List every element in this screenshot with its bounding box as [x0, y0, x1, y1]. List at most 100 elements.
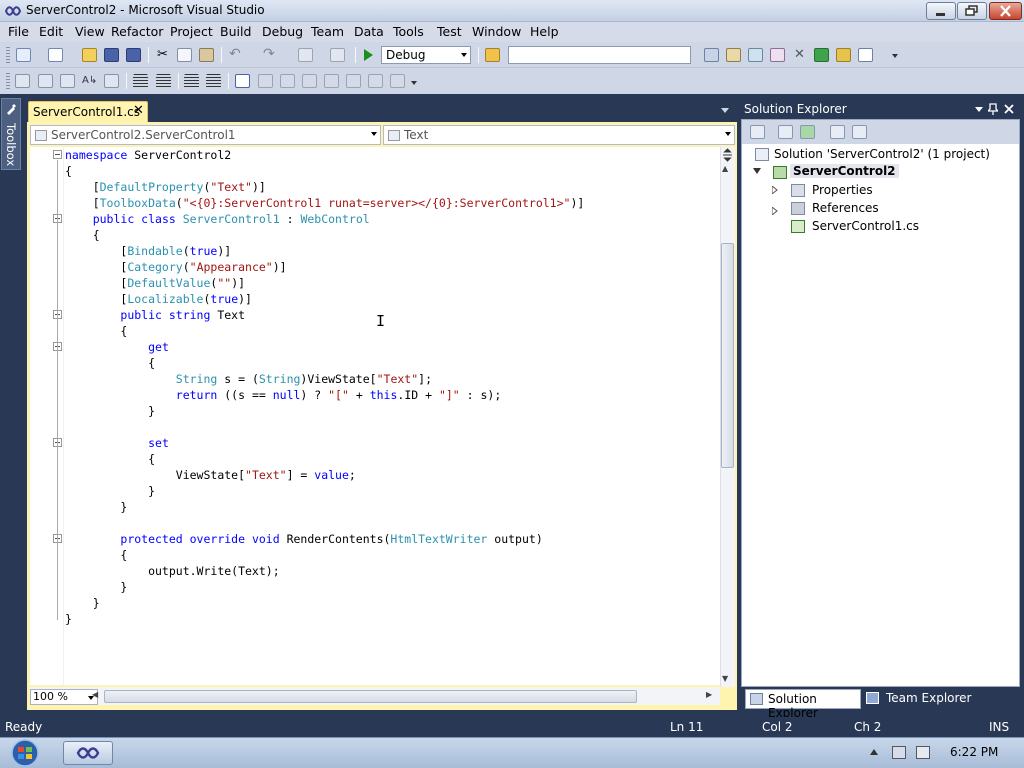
code-line[interactable]: [DefaultProperty("Text")] [65, 179, 584, 195]
code-line[interactable]: public string Text [65, 307, 584, 323]
show-all-files-icon[interactable] [778, 125, 793, 139]
view-code-icon[interactable] [830, 125, 845, 139]
member-navigation-select[interactable]: Text [383, 125, 735, 145]
class-view-icon[interactable] [836, 48, 851, 62]
next-bookmark-in-document-icon[interactable] [368, 74, 383, 88]
code-line[interactable]: [Category("Appearance")] [65, 259, 584, 275]
open-file-icon[interactable] [82, 48, 97, 62]
save-icon[interactable] [104, 48, 119, 62]
window-position-icon[interactable] [975, 107, 983, 112]
solution-configuration-select[interactable]: Debug [381, 46, 471, 64]
document-tab-serverctrl1[interactable]: ServerControl1.cs ✕ [28, 101, 148, 122]
menu-window[interactable]: Window [472, 24, 521, 39]
next-bookmark-icon[interactable] [280, 74, 295, 88]
code-line[interactable]: } [65, 403, 584, 419]
paste-icon[interactable] [199, 48, 214, 62]
extension-manager-icon[interactable]: ✕ [792, 48, 807, 62]
network-icon[interactable] [892, 746, 906, 759]
previous-bookmark-in-folder-icon[interactable] [302, 74, 317, 88]
code-line[interactable]: return ((s == null) ? "[" + this.ID + "]… [65, 387, 584, 403]
properties-icon[interactable] [750, 125, 765, 139]
collapse-icon[interactable] [753, 168, 761, 174]
menu-test[interactable]: Test [437, 24, 462, 39]
refresh-icon[interactable] [800, 125, 815, 139]
toolbar-grip[interactable] [6, 73, 10, 89]
code-editor[interactable]: namespace ServerControl2{ [DefaultProper… [30, 147, 720, 685]
save-all-icon[interactable] [126, 48, 141, 62]
display-quick-info-icon[interactable] [60, 74, 75, 88]
solution-explorer-icon[interactable] [704, 48, 719, 62]
start-page-icon[interactable] [814, 48, 829, 62]
close-window-button[interactable] [989, 2, 1022, 20]
tree-properties[interactable]: Properties [812, 183, 873, 197]
menu-debug[interactable]: Debug [262, 24, 303, 39]
next-bookmark-in-folder-icon[interactable] [324, 74, 339, 88]
system-clock[interactable]: 6:22 PM [950, 745, 998, 759]
maximize-button[interactable] [957, 2, 987, 20]
code-line[interactable]: namespace ServerControl2 [65, 147, 584, 163]
pin-icon[interactable] [988, 103, 998, 115]
code-line[interactable]: String s = (String)ViewState["Text"]; [65, 371, 584, 387]
code-line[interactable]: [DefaultValue("")] [65, 275, 584, 291]
vertical-scroll-thumb[interactable] [721, 243, 734, 468]
display-parameter-info-icon[interactable] [38, 74, 53, 88]
tab-team-explorer[interactable]: Team Explorer [862, 689, 972, 709]
menu-tools[interactable]: Tools [393, 24, 424, 39]
code-line[interactable]: } [65, 595, 584, 611]
comment-out-lines-icon[interactable] [184, 74, 199, 88]
code-line[interactable]: [Bindable(true)] [65, 243, 584, 259]
tree-project[interactable]: ServerControl2 [790, 164, 899, 178]
uncomment-lines-icon[interactable] [206, 74, 221, 88]
code-line[interactable]: { [65, 547, 584, 563]
taskbar-visual-studio-button[interactable] [63, 741, 113, 765]
undo-icon[interactable]: ↶ [229, 47, 244, 62]
code-line[interactable]: } [65, 483, 584, 499]
volume-icon[interactable] [916, 746, 930, 759]
code-line[interactable]: { [65, 163, 584, 179]
navigate-backward-icon[interactable] [298, 48, 313, 62]
active-files-dropdown-icon[interactable] [721, 108, 729, 113]
decrease-indent-icon[interactable] [133, 74, 148, 88]
code-line[interactable]: [ToolboxData("<{0}:ServerControl1 runat=… [65, 195, 585, 211]
view-class-diagram-icon[interactable] [852, 125, 867, 139]
command-window-icon[interactable] [858, 48, 873, 62]
scroll-up-icon[interactable]: ▲ [722, 164, 728, 173]
start-debugging-icon[interactable] [364, 49, 373, 61]
minimize-button[interactable] [926, 2, 956, 20]
menu-help[interactable]: Help [530, 24, 559, 39]
display-word-completion-icon[interactable]: A↳ [82, 74, 97, 88]
tree-references[interactable]: References [812, 201, 879, 215]
menu-file[interactable]: File [8, 24, 29, 39]
code-line[interactable]: output.Write(Text); [65, 563, 584, 579]
expand-icon[interactable] [771, 204, 778, 218]
code-line[interactable]: { [65, 355, 584, 371]
previous-bookmark-in-document-icon[interactable] [346, 74, 361, 88]
scroll-left-icon[interactable]: ◀ [92, 690, 98, 699]
tab-solution-explorer[interactable]: Solution Explorer [745, 689, 861, 720]
tree-solution[interactable]: Solution 'ServerControl2' (1 project) [774, 147, 990, 161]
code-line[interactable]: get [65, 339, 584, 355]
increase-indent-icon[interactable] [156, 74, 171, 88]
outlining-margin[interactable] [44, 147, 64, 685]
indicator-margin[interactable] [30, 147, 44, 685]
zoom-select[interactable]: 100 % [30, 689, 98, 705]
code-line[interactable]: { [65, 227, 584, 243]
code-line[interactable]: ViewState["Text"] = value; [65, 467, 584, 483]
code-line[interactable]: [Localizable(true)] [65, 291, 584, 307]
toggle-bookmark-icon[interactable] [235, 74, 250, 88]
expand-icon[interactable] [772, 186, 778, 194]
menu-view[interactable]: View [75, 24, 105, 39]
find-in-files-icon[interactable] [485, 48, 500, 62]
code-line[interactable] [65, 515, 584, 531]
add-item-icon[interactable] [48, 48, 63, 62]
cut-icon[interactable]: ✂ [155, 48, 170, 62]
show-hidden-icons-icon[interactable] [870, 749, 878, 755]
code-line[interactable]: { [65, 451, 584, 467]
menu-data[interactable]: Data [354, 24, 384, 39]
redo-icon[interactable]: ↷ [263, 47, 278, 62]
complete-word-icon[interactable] [104, 74, 119, 88]
code-line[interactable] [65, 419, 584, 435]
scroll-right-icon[interactable]: ▶ [706, 690, 712, 699]
copy-icon[interactable] [177, 48, 192, 62]
code-line[interactable]: protected override void RenderContents(H… [65, 531, 584, 547]
